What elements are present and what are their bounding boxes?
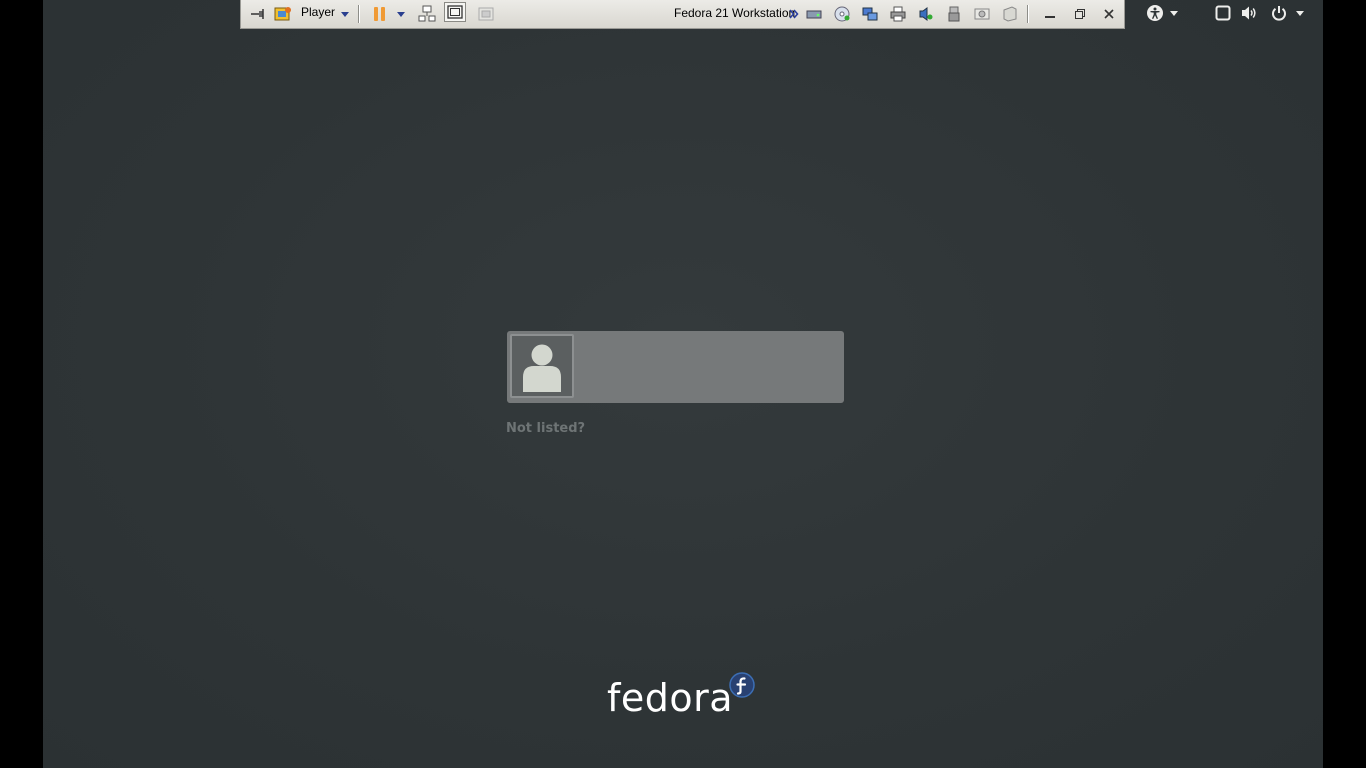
power-menu[interactable] [1271, 4, 1304, 22]
sound-card-icon [919, 7, 933, 21]
player-menu-dropdown[interactable] [340, 4, 350, 24]
more-devices-button[interactable] [788, 4, 800, 24]
player-menu-label[interactable]: Player [301, 5, 335, 19]
device-hard-disk[interactable] [805, 4, 823, 24]
usb-icon [948, 6, 960, 22]
fit-window-icon [447, 5, 463, 19]
folder-icon [1003, 6, 1017, 22]
pause-button[interactable] [371, 4, 387, 24]
restore-button[interactable] [1071, 4, 1089, 24]
gnome-status-area [1143, 0, 1323, 26]
avatar[interactable] [510, 334, 574, 398]
chevron-down-icon [1170, 10, 1178, 16]
vm-toolbar: Player Fedora 21 Workstation [240, 0, 1125, 29]
minimize-button[interactable] [1041, 4, 1059, 24]
pause-dropdown[interactable] [396, 4, 406, 24]
pin-icon [251, 9, 264, 19]
library-icon [274, 7, 291, 21]
device-cd-dvd[interactable] [833, 4, 851, 24]
accessibility-menu[interactable] [1146, 4, 1178, 22]
volume-indicator[interactable] [1241, 4, 1259, 22]
network-icon [862, 7, 878, 21]
double-chevron-right-icon [789, 9, 799, 19]
user-icon [523, 344, 561, 392]
power-icon [1272, 6, 1286, 21]
close-icon [1104, 9, 1114, 19]
fedora-infinity-icon [729, 672, 755, 698]
device-printer[interactable] [889, 4, 907, 24]
toolbar-separator [358, 5, 360, 23]
fedora-logo: fedora [607, 672, 767, 722]
device-network[interactable] [861, 4, 879, 24]
pause-icon [373, 7, 385, 21]
camera-icon [974, 8, 990, 20]
not-listed-link[interactable]: Not listed? [506, 421, 585, 436]
vm-screen: Not listed? fedora [43, 0, 1323, 768]
printer-icon [890, 6, 906, 22]
device-sound[interactable] [917, 4, 935, 24]
volume-icon [1242, 6, 1256, 20]
chevron-down-icon [1296, 10, 1304, 16]
user-list[interactable] [507, 331, 844, 403]
cd-icon [834, 6, 850, 22]
toolbar-separator [1027, 5, 1029, 23]
unity-icon [478, 7, 494, 21]
window-icon [1215, 5, 1231, 21]
chevron-down-icon [397, 11, 405, 17]
window-indicator[interactable] [1215, 4, 1231, 22]
close-button[interactable] [1100, 4, 1118, 24]
hard-disk-icon [806, 10, 822, 19]
library-button[interactable] [273, 4, 293, 24]
restore-icon [1075, 9, 1085, 19]
device-camera[interactable] [973, 4, 991, 24]
unity-button[interactable] [477, 4, 495, 24]
vm-name: Fedora 21 Workstation [674, 6, 796, 20]
device-usb[interactable] [945, 4, 963, 24]
send-keys-icon [418, 5, 436, 22]
minimize-icon [1045, 16, 1055, 18]
chevron-down-icon [341, 11, 349, 17]
fit-window-button[interactable] [444, 2, 466, 22]
device-shared-folder[interactable] [1001, 4, 1019, 24]
logo-text: fedora [607, 676, 734, 720]
send-ctrl-alt-del-button[interactable] [417, 4, 437, 24]
accessibility-icon [1147, 5, 1163, 21]
pin-button[interactable] [249, 4, 267, 24]
